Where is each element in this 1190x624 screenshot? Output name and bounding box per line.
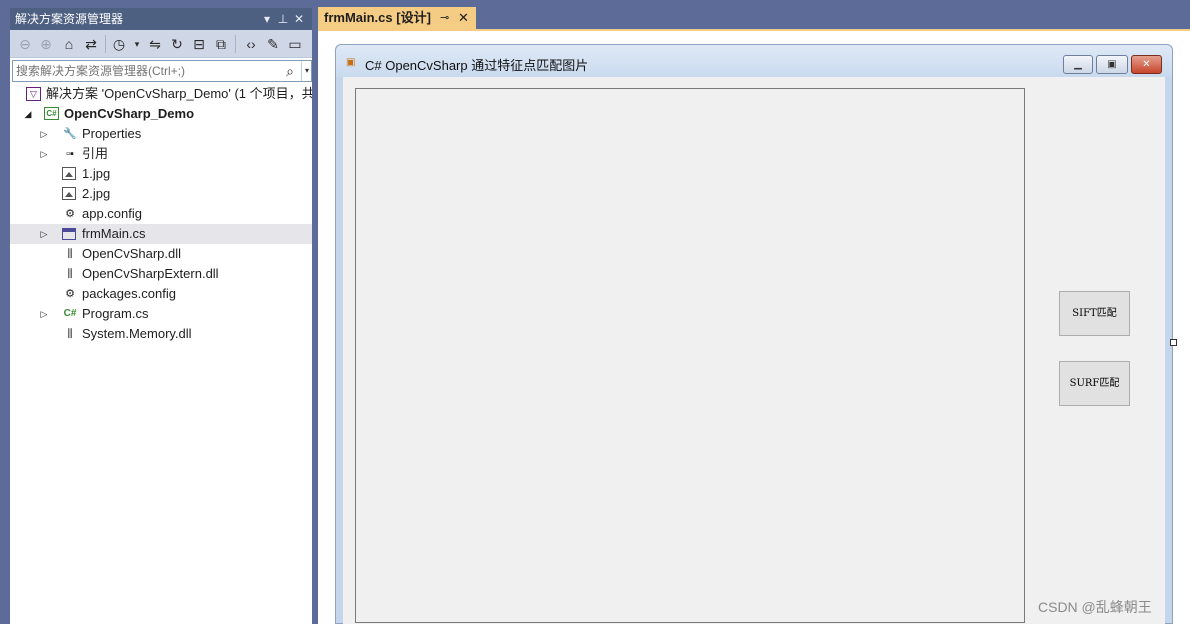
config-file-icon: ⚙ xyxy=(65,208,75,220)
tree-item-label: 引用 xyxy=(82,146,109,161)
tree-item-label: OpenCvSharp_Demo xyxy=(64,106,195,121)
tree-item-label: app.config xyxy=(82,206,142,221)
tree-item-label: OpenCvSharp.dll xyxy=(82,246,181,261)
panel-dropdown-icon[interactable]: ▾ xyxy=(260,8,274,30)
search-options-dropdown-icon[interactable]: ▾ xyxy=(301,61,312,81)
tree-item[interactable]: ◢ C# OpenCvSharp_Demo xyxy=(10,104,312,124)
collapsed-chevron-icon[interactable]: ▷ xyxy=(38,224,50,244)
tree-item-label: 2.jpg xyxy=(82,186,111,201)
wrench-icon: 🔧 xyxy=(63,128,77,140)
form-app-icon: ▣ xyxy=(346,57,356,68)
tree-item[interactable]: 2.jpg xyxy=(10,184,312,204)
csdn-watermark: CSDN @乱蜂朝王 xyxy=(1038,599,1152,615)
preview-selected-icon[interactable]: ▭ xyxy=(286,34,304,54)
tree-item[interactable]: ⫼ OpenCvSharp.dll xyxy=(10,244,312,264)
sift-match-button[interactable]: SIFT匹配 xyxy=(1059,291,1130,336)
home-icon[interactable]: ⌂ xyxy=(60,34,78,54)
tree-item-label: packages.config xyxy=(82,286,176,301)
collapsed-chevron-icon[interactable]: ▷ xyxy=(38,144,50,164)
designer-form-window[interactable]: ▣ C# OpenCvSharp 通过特征点匹配图片 ▁ ▣ ✕ SIFT匹配 … xyxy=(335,44,1173,624)
tree-item[interactable]: ⚙ app.config xyxy=(10,204,312,224)
library-icon: ⫼ xyxy=(67,328,73,340)
config-file-icon: ⚙ xyxy=(65,288,75,300)
back-icon[interactable]: ⊖ xyxy=(16,34,34,54)
switch-views-icon[interactable]: ⇄ xyxy=(82,34,100,54)
pending-changes-filter-icon[interactable]: ◷ xyxy=(110,34,128,54)
references-icon: ▫▪ xyxy=(66,148,74,160)
tree-item[interactable]: ▽ 解决方案 'OpenCvSharp_Demo' (1 个项目，共 1 xyxy=(10,84,312,104)
close-icon[interactable]: ✕ xyxy=(1131,55,1162,74)
solution-explorer-panel: 解决方案资源管理器 ▾ ⊥ ✕ ⊖ ⊕ ⌂ ⇄ ◷ ▾ ⇋ ↻ ⊟ ⧉ ‹› ✎… xyxy=(10,8,312,624)
expanded-chevron-icon[interactable]: ◢ xyxy=(22,104,34,124)
tree-item[interactable]: ▷ C# Program.cs xyxy=(10,304,312,324)
tree-item[interactable]: ▷ frmMain.cs xyxy=(10,224,312,244)
form-file-icon xyxy=(62,228,76,240)
tree-item[interactable]: ▷ 🔧 Properties xyxy=(10,124,312,144)
picture-box[interactable] xyxy=(355,88,1025,623)
tree-item-label: Properties xyxy=(82,126,142,141)
tab-pin-icon[interactable]: ⊸ xyxy=(440,7,449,29)
tree-item[interactable]: ⫼ OpenCvSharpExtern.dll xyxy=(10,264,312,284)
tree-item[interactable]: ⚙ packages.config xyxy=(10,284,312,304)
properties-wrench-icon[interactable]: ✎ xyxy=(264,34,282,54)
filter-dropdown-icon[interactable]: ▾ xyxy=(128,34,146,54)
panel-close-icon[interactable]: ✕ xyxy=(292,8,306,30)
tree-item[interactable]: ▷ ▫▪ 引用 xyxy=(10,144,312,164)
solution-explorer-titlebar: 解决方案资源管理器 ▾ ⊥ ✕ xyxy=(10,8,312,30)
minimize-icon[interactable]: ▁ xyxy=(1063,55,1093,74)
search-box[interactable]: ⌕ ▾ xyxy=(12,60,312,82)
tree-item-label: System.Memory.dll xyxy=(82,326,192,341)
tree-item[interactable]: ⫼ System.Memory.dll xyxy=(10,324,312,344)
form-client-area: SIFT匹配 SURF匹配 xyxy=(343,77,1165,624)
image-file-icon xyxy=(62,167,76,180)
collapsed-chevron-icon[interactable]: ▷ xyxy=(38,124,50,144)
refresh-icon[interactable]: ↻ xyxy=(168,34,186,54)
surf-match-button[interactable]: SURF匹配 xyxy=(1059,361,1130,406)
solution-explorer-toolbar: ⊖ ⊕ ⌂ ⇄ ◷ ▾ ⇋ ↻ ⊟ ⧉ ‹› ✎ ▭ xyxy=(10,30,312,58)
collapsed-chevron-icon[interactable]: ▷ xyxy=(38,304,50,324)
show-all-files-icon[interactable]: ⧉ xyxy=(212,34,230,54)
tree-item-label: 解决方案 'OpenCvSharp_Demo' (1 个项目，共 1 xyxy=(46,86,312,101)
form-resize-handle[interactable] xyxy=(1170,339,1177,346)
csharp-file-icon: C# xyxy=(63,308,77,319)
tab-close-icon[interactable]: ✕ xyxy=(458,7,469,29)
solution-explorer-title: 解决方案资源管理器 xyxy=(15,12,124,26)
maximize-icon[interactable]: ▣ xyxy=(1096,55,1128,74)
tree-item-label: Program.cs xyxy=(82,306,149,321)
view-code-icon[interactable]: ‹› xyxy=(242,34,260,54)
sync-with-document-icon[interactable]: ⇋ xyxy=(146,34,164,54)
csharp-project-icon: C# xyxy=(44,107,59,120)
tree-item-label: 1.jpg xyxy=(82,166,111,181)
image-file-icon xyxy=(62,187,76,200)
form-titlebar[interactable]: ▣ C# OpenCvSharp 通过特征点匹配图片 ▁ ▣ ✕ xyxy=(336,45,1172,77)
tree-item-label: frmMain.cs xyxy=(82,226,146,241)
form-title: C# OpenCvSharp 通过特征点匹配图片 xyxy=(365,58,589,73)
forward-icon[interactable]: ⊕ xyxy=(37,34,55,54)
search-icon[interactable]: ⌕ xyxy=(281,61,299,81)
document-tab-bar: frmMain.cs [设计] ⊸ ✕ xyxy=(318,6,1190,29)
tab-label: frmMain.cs [设计] xyxy=(324,10,431,25)
search-input[interactable] xyxy=(13,61,275,81)
collapse-all-icon[interactable]: ⊟ xyxy=(190,34,208,54)
tree-item-label: OpenCvSharpExtern.dll xyxy=(82,266,219,281)
library-icon: ⫼ xyxy=(67,268,73,280)
solution-icon: ▽ xyxy=(26,87,41,101)
tab-frmmain-designer[interactable]: frmMain.cs [设计] ⊸ ✕ xyxy=(318,7,476,29)
tree-item[interactable]: 1.jpg xyxy=(10,164,312,184)
panel-pin-icon[interactable]: ⊥ xyxy=(276,8,290,30)
library-icon: ⫼ xyxy=(67,248,73,260)
